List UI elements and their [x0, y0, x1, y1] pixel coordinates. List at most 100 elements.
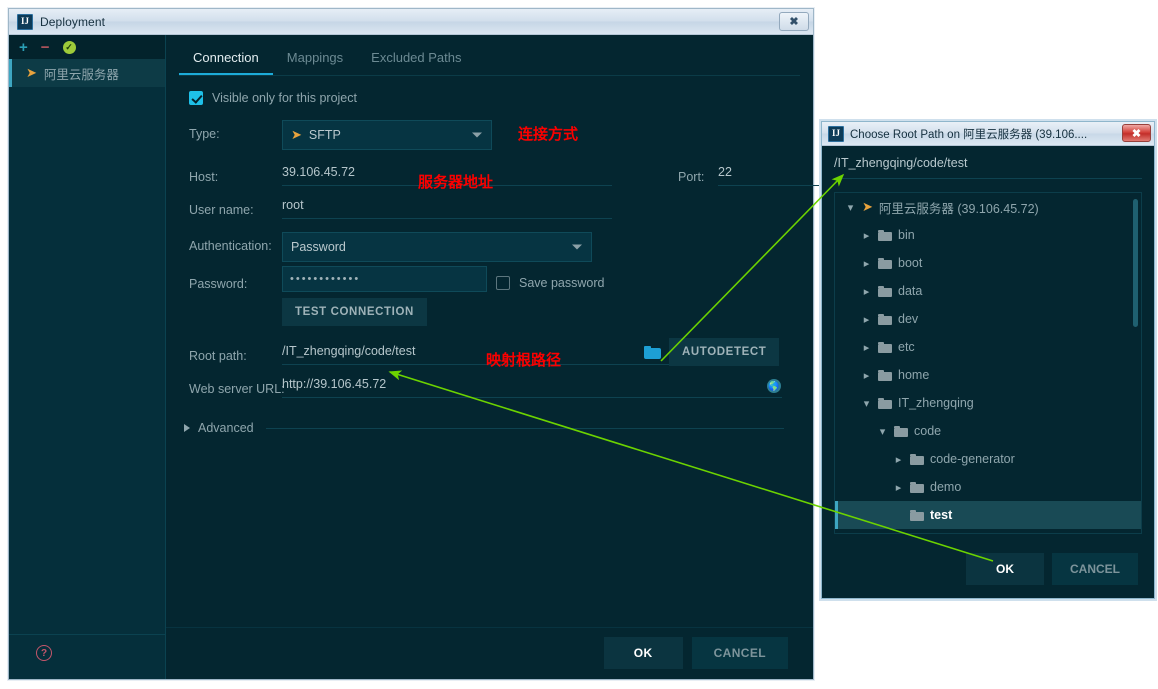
save-password-checkbox[interactable] — [496, 276, 510, 290]
folder-icon — [910, 481, 924, 493]
folder-icon[interactable] — [644, 346, 661, 359]
tree-row[interactable]: ▸ home — [835, 361, 1141, 389]
tab-connection[interactable]: Connection — [179, 50, 273, 75]
help-icon[interactable]: ? — [36, 645, 52, 661]
user-name-input[interactable]: root — [282, 196, 612, 219]
type-value: SFTP — [308, 128, 341, 142]
tab-bar: Connection Mappings Excluded Paths — [166, 35, 813, 75]
authentication-value: Password — [291, 240, 346, 254]
password-input[interactable]: •••••••••••• — [282, 266, 487, 292]
test-connection-button[interactable]: TEST CONNECTION — [282, 298, 427, 326]
tree-row[interactable]: ▾ ➤ 阿里云服务器 (39.106.45.72) — [835, 193, 1141, 221]
chooser-body: /IT_zhengqing/code/test ▾ ➤ 阿里云服务器 (39.1… — [822, 146, 1154, 598]
tree-row[interactable]: ▸ etc — [835, 333, 1141, 361]
advanced-section[interactable]: Advanced — [184, 421, 784, 435]
sftp-icon: ➤ — [291, 126, 302, 142]
deployment-window: IJ Deployment ✖ + − ✓ ➤ 阿里云服务器 Connectio… — [8, 8, 822, 680]
intellij-idea-icon: IJ — [828, 125, 844, 142]
chooser-footer: OK CANCEL — [822, 540, 1154, 598]
chevron-down-icon[interactable]: ▾ — [877, 425, 888, 438]
autodetect-button[interactable]: AUTODETECT — [669, 338, 780, 366]
tree-item-label: etc — [898, 340, 915, 354]
port-label: Port: — [678, 170, 705, 184]
visible-only-row: Visible only for this project — [189, 91, 357, 105]
advanced-label: Advanced — [198, 421, 254, 435]
tab-excluded-paths[interactable]: Excluded Paths — [357, 50, 475, 75]
sidebar-item-server[interactable]: ➤ 阿里云服务器 — [9, 59, 165, 87]
tree-row[interactable]: ▸ test — [835, 501, 1141, 529]
visible-only-label: Visible only for this project — [212, 91, 357, 105]
folder-icon — [894, 425, 908, 437]
tree-row[interactable]: ▸ code-generator — [835, 445, 1141, 473]
folder-icon — [910, 509, 924, 521]
save-password-row: Save password — [496, 276, 604, 290]
deployment-footer: ? OK CANCEL — [36, 627, 813, 679]
type-select[interactable]: ➤ SFTP — [282, 120, 492, 150]
set-default-icon[interactable]: ✓ — [62, 40, 76, 54]
chevron-right-icon[interactable]: ▸ — [861, 313, 872, 326]
host-input[interactable]: 39.106.45.72 — [282, 163, 612, 186]
folder-icon — [878, 341, 892, 353]
chooser-ok-button[interactable]: OK — [966, 553, 1044, 585]
folder-icon — [878, 257, 892, 269]
twisty-placeholder: ▸ — [893, 509, 904, 522]
choose-root-path-dialog: IJ Choose Root Path on 阿里云服务器 (39.106...… — [821, 121, 1155, 599]
host-label: Host: — [189, 170, 219, 184]
folder-icon — [878, 285, 892, 297]
visible-only-checkbox[interactable] — [189, 91, 203, 105]
host-value: 39.106.45.72 — [282, 165, 355, 179]
tree-row[interactable]: ▸ soft — [835, 529, 1141, 533]
tree-item-label: 阿里云服务器 (39.106.45.72) — [878, 201, 1039, 216]
tab-mappings[interactable]: Mappings — [273, 50, 357, 75]
rootpath-label-wrap: Root path: — [189, 349, 247, 363]
add-icon[interactable]: + — [19, 40, 28, 55]
selected-path-label: /IT_zhengqing/code/test — [834, 156, 968, 170]
tree-row[interactable]: ▸ data — [835, 277, 1141, 305]
tree-item-label: code — [914, 424, 942, 438]
tree-item-label: dev — [898, 312, 919, 326]
type-label-wrap: Type: — [189, 127, 220, 141]
weburl-label-wrap: Web server URL: — [189, 382, 285, 396]
tree-row[interactable]: ▸ demo — [835, 473, 1141, 501]
type-label: Type: — [189, 127, 220, 141]
directory-tree[interactable]: ▾ ➤ 阿里云服务器 (39.106.45.72) ▸ bin ▸ boot ▸ — [834, 192, 1142, 534]
tree-row[interactable]: ▸ dev — [835, 305, 1141, 333]
globe-icon[interactable]: 🌎 — [767, 379, 781, 393]
remove-icon[interactable]: − — [41, 40, 50, 55]
chevron-right-icon[interactable]: ▸ — [861, 285, 872, 298]
tree-row[interactable]: ▸ boot — [835, 249, 1141, 277]
tree-row[interactable]: ▾ code — [835, 417, 1141, 445]
host-label-wrap: Host: — [189, 170, 218, 184]
port-value: 22 — [718, 165, 732, 179]
ok-button[interactable]: OK — [603, 637, 683, 669]
chevron-right-icon[interactable]: ▸ — [893, 481, 904, 494]
chevron-right-icon[interactable]: ▸ — [861, 341, 872, 354]
web-server-url-input[interactable]: http://39.106.45.72 — [282, 375, 782, 398]
sidebar-toolbar: + − ✓ — [9, 35, 165, 59]
tree-row[interactable]: ▾ IT_zhengqing — [835, 389, 1141, 417]
footer-divider — [166, 627, 813, 628]
root-path-label: Root path: — [189, 349, 247, 363]
folder-icon — [910, 453, 924, 465]
web-server-url-value: http://39.106.45.72 — [282, 377, 387, 391]
chooser-cancel-button[interactable]: CANCEL — [1052, 553, 1138, 585]
deployment-content: Connection Mappings Excluded Paths Visib… — [36, 35, 822, 679]
authentication-select[interactable]: Password — [282, 232, 592, 262]
chevron-right-icon[interactable]: ▸ — [861, 257, 872, 270]
close-icon[interactable]: ✖ — [779, 12, 809, 31]
tree-item-label: IT_zhengqing — [898, 396, 974, 410]
chevron-right-icon[interactable]: ▸ — [861, 229, 872, 242]
chevron-down-icon[interactable]: ▾ — [845, 201, 856, 214]
close-icon[interactable]: ✖ — [1122, 124, 1151, 142]
deployment-window-title: Deployment — [40, 14, 106, 29]
port-input[interactable]: 22 — [718, 163, 822, 186]
tree-row[interactable]: ▸ bin — [835, 221, 1141, 249]
chevron-down-icon[interactable]: ▾ — [861, 397, 872, 410]
chevron-right-icon[interactable]: ▸ — [861, 369, 872, 382]
username-label-wrap: User name: — [189, 203, 254, 217]
chevron-right-icon[interactable]: ▸ — [893, 453, 904, 466]
auth-label-wrap: Authentication: — [189, 239, 272, 253]
cancel-button[interactable]: CANCEL — [691, 637, 788, 669]
authentication-label: Authentication: — [189, 239, 272, 253]
root-path-input[interactable]: /IT_zhengqing/code/test — [282, 342, 670, 365]
